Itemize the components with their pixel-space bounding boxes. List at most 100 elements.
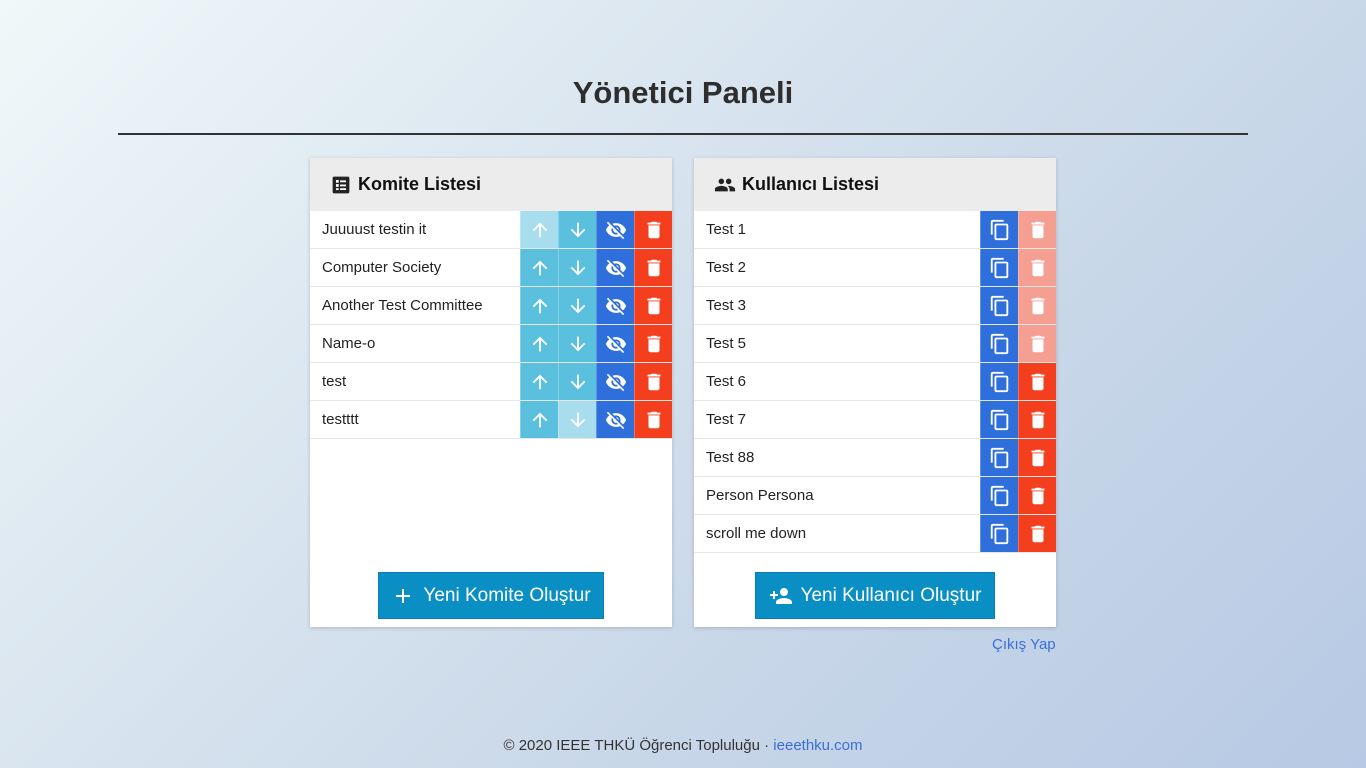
delete-user-button[interactable] [1018, 477, 1056, 514]
toggle-visibility-button[interactable] [596, 249, 634, 286]
move-down-button[interactable] [558, 325, 596, 362]
committee-name: Computer Society [322, 259, 442, 276]
committee-name: testttt [322, 411, 359, 428]
copy-icon [990, 257, 1008, 278]
copy-icon [990, 447, 1008, 468]
move-up-button[interactable] [520, 249, 558, 286]
create-committee-button[interactable]: Yeni Komite Oluştur [378, 572, 604, 619]
committee-panel-title: Komite Listesi [358, 174, 482, 194]
trash-icon [1031, 411, 1044, 428]
arrow-down-icon [570, 298, 585, 313]
toggle-visibility-button[interactable] [596, 401, 634, 438]
move-up-button[interactable] [520, 363, 558, 400]
copy-user-button[interactable] [980, 401, 1018, 438]
toggle-visibility-button[interactable] [596, 287, 634, 324]
trash-icon [1031, 487, 1044, 504]
toggle-visibility-button[interactable] [596, 325, 634, 362]
move-up-button[interactable] [520, 401, 558, 438]
copy-user-button[interactable] [980, 325, 1018, 362]
committee-panel-header: Komite Listesi [310, 158, 672, 211]
user-list[interactable]: Test 1 Test 2 Test 3 Test 5 Test 6 Test 7 Test… [694, 211, 1056, 557]
arrow-down-icon [570, 374, 585, 389]
delete-user-button[interactable] [1018, 363, 1056, 400]
eye-off-icon [605, 297, 626, 315]
committee-row: Name-o [310, 325, 672, 363]
delete-user-button[interactable] [1018, 211, 1056, 248]
committee-name: test [322, 373, 347, 390]
user-row: Test 6 [694, 363, 1056, 401]
create-committee-label: Yeni Komite Oluştur [423, 584, 591, 606]
arrow-up-icon [532, 336, 547, 351]
copy-user-button[interactable] [980, 249, 1018, 286]
arrow-up-icon [532, 222, 547, 237]
copy-user-button[interactable] [980, 363, 1018, 400]
arrow-up-icon [532, 298, 547, 313]
move-down-button[interactable] [558, 363, 596, 400]
committee-list: Juuuust testin it Computer Society Another… [310, 211, 672, 439]
eye-off-icon [605, 411, 626, 429]
user-name: Test 88 [706, 449, 755, 466]
user-name: Test 5 [706, 335, 747, 352]
delete-user-button[interactable] [1018, 325, 1056, 362]
trash-icon [647, 373, 660, 390]
user-row: Test 2 [694, 249, 1056, 287]
user-row: Person Persona [694, 477, 1056, 515]
trash-icon [647, 259, 660, 276]
delete-committee-button[interactable] [634, 363, 672, 400]
copy-icon [990, 219, 1008, 240]
user-name: Test 1 [706, 221, 747, 238]
user-name: Test 7 [706, 411, 747, 428]
eye-off-icon [605, 259, 626, 277]
user-row: Test 3 [694, 287, 1056, 325]
toggle-visibility-button[interactable] [596, 363, 634, 400]
footer-link[interactable]: ieeethku.com [773, 737, 862, 754]
copy-icon [990, 523, 1008, 544]
people-icon [714, 174, 736, 196]
user-row: scroll me down [694, 515, 1056, 553]
copy-icon [990, 371, 1008, 392]
copy-user-button[interactable] [980, 477, 1018, 514]
delete-user-button[interactable] [1018, 439, 1056, 476]
arrow-up-icon [532, 260, 547, 275]
logout-link[interactable]: Çıkış Yap [992, 636, 1056, 653]
move-up-button[interactable] [520, 325, 558, 362]
move-up-button[interactable] [520, 287, 558, 324]
trash-icon [1031, 259, 1044, 276]
copy-user-button[interactable] [980, 439, 1018, 476]
delete-committee-button[interactable] [634, 249, 672, 286]
delete-committee-button[interactable] [634, 211, 672, 248]
copy-user-button[interactable] [980, 211, 1018, 248]
delete-user-button[interactable] [1018, 287, 1056, 324]
trash-icon [647, 335, 660, 352]
committee-name: Another Test Committee [322, 297, 483, 314]
user-name: Person Persona [706, 487, 814, 504]
user-row: Test 7 [694, 401, 1056, 439]
move-up-button[interactable] [520, 211, 558, 248]
arrow-down-icon [570, 222, 585, 237]
user-name: Test 2 [706, 259, 747, 276]
footer: © 2020 IEEE THKÜ Öğrenci Topluluğu · iee… [0, 737, 1366, 754]
move-down-button[interactable] [558, 211, 596, 248]
user-name: Test 3 [706, 297, 747, 314]
delete-committee-button[interactable] [634, 287, 672, 324]
copy-user-button[interactable] [980, 287, 1018, 324]
move-down-button[interactable] [558, 249, 596, 286]
plus-icon [396, 588, 411, 603]
delete-committee-button[interactable] [634, 325, 672, 362]
move-down-button[interactable] [558, 401, 596, 438]
trash-icon [1031, 297, 1044, 314]
trash-icon [1031, 525, 1044, 542]
create-user-button[interactable]: Yeni Kullanıcı Oluştur [755, 572, 995, 619]
move-down-button[interactable] [558, 287, 596, 324]
committee-row: testttt [310, 401, 672, 439]
delete-committee-button[interactable] [634, 401, 672, 438]
toggle-visibility-button[interactable] [596, 211, 634, 248]
delete-user-button[interactable] [1018, 249, 1056, 286]
user-name: Test 6 [706, 373, 747, 390]
arrow-down-icon [570, 260, 585, 275]
user-panel-title: Kullanıcı Listesi [742, 174, 880, 194]
delete-user-button[interactable] [1018, 515, 1056, 552]
user-panel-header: Kullanıcı Listesi [694, 158, 1056, 211]
delete-user-button[interactable] [1018, 401, 1056, 438]
copy-user-button[interactable] [980, 515, 1018, 552]
